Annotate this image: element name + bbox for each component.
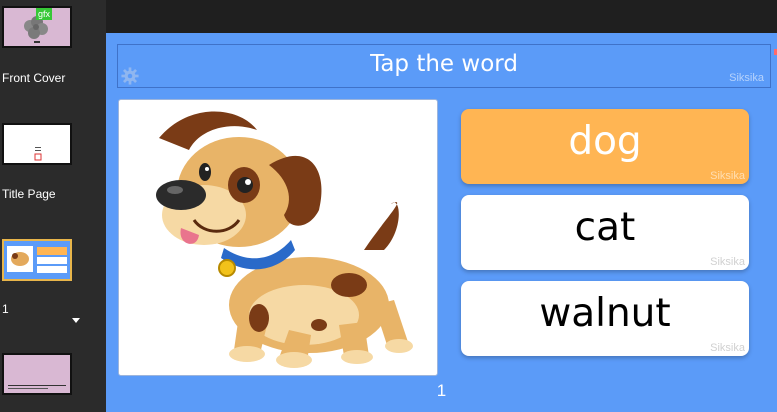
thumbnail-title-page[interactable] bbox=[2, 123, 72, 165]
book-page: Tap the word Siksika dog Siksika cat Sik… bbox=[106, 33, 777, 412]
choice-watermark: Siksika bbox=[710, 342, 745, 354]
title-watermark: Siksika bbox=[729, 72, 764, 84]
choice-word: dog bbox=[568, 119, 642, 164]
thumbnail-label-front-cover: Front Cover bbox=[2, 71, 66, 85]
thumbnail-page-1[interactable] bbox=[2, 239, 72, 281]
puppy-illustration bbox=[156, 111, 413, 368]
choice-dog[interactable]: dog Siksika bbox=[461, 109, 749, 184]
thumbnail-label-title-page: Title Page bbox=[2, 187, 56, 201]
choice-cat[interactable]: cat Siksika bbox=[461, 195, 749, 270]
page-title: Tap the word bbox=[370, 51, 518, 77]
choice-word: cat bbox=[574, 205, 636, 250]
puppy-image bbox=[118, 99, 438, 376]
page-number: 1 bbox=[436, 381, 447, 400]
choice-watermark: Siksika bbox=[710, 256, 745, 268]
gear-icon[interactable] bbox=[121, 67, 139, 85]
gfx-badge: gfx bbox=[36, 8, 53, 20]
chevron-down-icon[interactable] bbox=[72, 318, 80, 323]
thumbnail-page-2[interactable] bbox=[2, 353, 72, 395]
choice-walnut[interactable]: walnut Siksika bbox=[461, 281, 749, 356]
page-thumbnail-sidebar: gfx Front Cover Title Page 1 bbox=[0, 0, 106, 412]
title-box: Tap the word Siksika bbox=[117, 44, 771, 88]
title-page-preview bbox=[34, 147, 42, 161]
page-1-preview bbox=[7, 246, 67, 273]
thumbnail-label-page-1: 1 bbox=[2, 302, 9, 316]
choice-word: walnut bbox=[539, 291, 671, 336]
choice-watermark: Siksika bbox=[710, 170, 745, 182]
top-toolbar bbox=[106, 0, 777, 33]
page-2-preview bbox=[8, 385, 66, 389]
